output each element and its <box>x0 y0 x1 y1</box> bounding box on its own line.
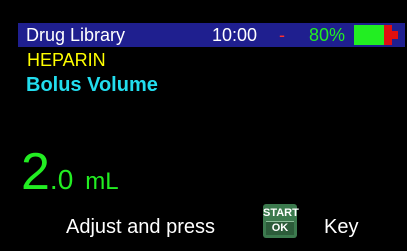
pump-screen: Drug Library 10:00 - 80% HEPARIN Bolus V… <box>0 0 407 251</box>
status-separator: - <box>279 25 285 45</box>
status-time: 10:00 <box>212 25 258 45</box>
prompt-text-before: Adjust and press <box>66 216 215 238</box>
battery-level-fill <box>354 25 384 45</box>
ok-key-label: OK <box>266 221 294 235</box>
parameter-value[interactable]: 2.0 mL <box>21 144 119 200</box>
value-integer: 2 <box>21 143 50 201</box>
battery-icon <box>354 25 398 45</box>
status-title: Drug Library <box>26 25 126 45</box>
value-unit: mL <box>85 168 119 195</box>
status-bar: Drug Library 10:00 - 80% <box>18 23 405 47</box>
value-decimal: .0 <box>49 164 74 195</box>
prompt-text-after: Key <box>324 216 359 238</box>
drug-name: HEPARIN <box>27 50 106 70</box>
battery-empty-fill <box>384 25 392 45</box>
battery-percent: 80% <box>309 25 346 45</box>
start-key-label: START <box>263 207 299 219</box>
battery-tip <box>392 31 398 39</box>
parameter-label: Bolus Volume <box>26 74 158 96</box>
start-ok-key-icon[interactable]: START OK <box>263 204 299 238</box>
